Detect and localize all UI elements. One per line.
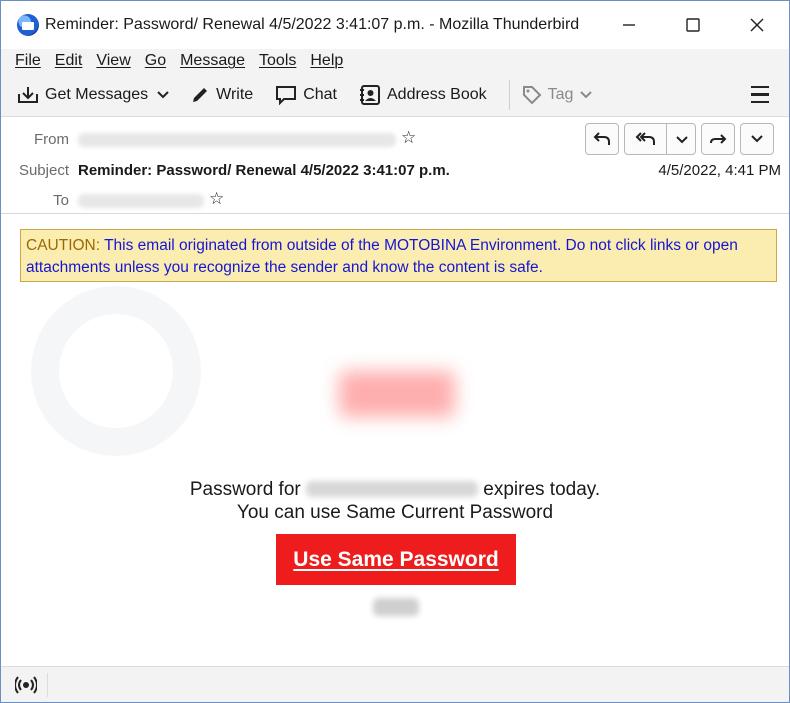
use-same-password-button[interactable]: Use Same Password bbox=[276, 534, 516, 585]
recipient-email-redacted bbox=[306, 481, 478, 497]
main-toolbar: Get Messages Write Chat Address Book Tag bbox=[1, 73, 789, 117]
app-menu-button[interactable] bbox=[751, 85, 769, 104]
caution-text: This email originated from outside of th… bbox=[26, 237, 738, 276]
thunderbird-app-icon bbox=[17, 14, 39, 36]
window-title: Reminder: Password/ Renewal 4/5/2022 3:4… bbox=[45, 16, 580, 33]
forward-icon bbox=[710, 134, 727, 144]
star-icon[interactable]: ☆ bbox=[401, 128, 416, 148]
chat-label: Chat bbox=[303, 85, 337, 103]
message-line-1: Password for expires today. bbox=[1, 478, 789, 501]
status-panel bbox=[47, 672, 781, 697]
menu-message[interactable]: Message bbox=[180, 52, 245, 70]
reply-all-icon bbox=[635, 132, 655, 145]
to-label: To bbox=[53, 192, 69, 209]
message-header: From ☆ Subject Reminder: Password/ Renew… bbox=[1, 117, 789, 214]
more-actions-button[interactable] bbox=[740, 123, 774, 155]
chevron-down-icon bbox=[580, 90, 593, 98]
hamburger-line bbox=[751, 93, 769, 96]
line1-prefix: Password for bbox=[189, 479, 306, 500]
menu-file[interactable]: File bbox=[15, 52, 41, 70]
menu-tools[interactable]: Tools bbox=[259, 52, 296, 70]
thunderbird-window: Reminder: Password/ Renewal 4/5/2022 3:4… bbox=[0, 0, 790, 703]
from-address-redacted bbox=[78, 133, 396, 147]
to-address-redacted bbox=[78, 194, 204, 208]
status-bar bbox=[1, 666, 789, 702]
minimize-icon bbox=[623, 24, 635, 26]
message-line-2: You can use Same Current Password bbox=[236, 502, 554, 523]
message-subject: Reminder: Password/ Renewal 4/5/2022 3:4… bbox=[78, 162, 450, 179]
brand-logo-redacted bbox=[339, 371, 455, 417]
star-icon[interactable]: ☆ bbox=[209, 189, 224, 209]
from-label: From bbox=[34, 131, 69, 148]
write-label: Write bbox=[216, 85, 254, 103]
get-messages-label: Get Messages bbox=[45, 85, 149, 103]
tag-label: Tag bbox=[547, 85, 574, 103]
reply-button[interactable] bbox=[585, 123, 619, 155]
tag-icon bbox=[522, 85, 542, 104]
cta-label: Use Same Password bbox=[293, 547, 499, 571]
chevron-down-icon bbox=[157, 90, 169, 98]
forward-button[interactable] bbox=[701, 123, 735, 155]
maximize-icon bbox=[686, 18, 700, 32]
get-messages-dropdown[interactable] bbox=[156, 90, 176, 100]
get-messages-button[interactable]: Get Messages bbox=[17, 85, 148, 105]
line1-suffix: expires today. bbox=[478, 479, 601, 500]
subject-label: Subject bbox=[18, 162, 69, 179]
close-button[interactable] bbox=[725, 1, 789, 49]
menu-bar: File Edit View Go Message Tools Help bbox=[1, 49, 789, 73]
menu-help[interactable]: Help bbox=[310, 52, 343, 70]
caution-label: CAUTION: bbox=[26, 237, 101, 254]
toolbar-separator bbox=[508, 79, 510, 110]
address-book-label: Address Book bbox=[387, 85, 487, 103]
message-text: Password for expires today. You can use … bbox=[1, 478, 789, 524]
signature-redacted bbox=[373, 598, 419, 616]
address-book-icon bbox=[360, 84, 380, 105]
watermark-magnifier-shape bbox=[31, 286, 201, 456]
download-tray-icon bbox=[18, 86, 38, 103]
write-button[interactable]: Write bbox=[190, 85, 253, 105]
hamburger-line bbox=[751, 100, 769, 104]
title-bar: Reminder: Password/ Renewal 4/5/2022 3:4… bbox=[1, 1, 789, 49]
hamburger-line bbox=[751, 85, 769, 89]
close-icon bbox=[750, 18, 764, 32]
online-status-icon[interactable] bbox=[15, 675, 37, 694]
chat-button[interactable]: Chat bbox=[275, 85, 337, 105]
pencil-icon bbox=[193, 87, 208, 102]
chat-bubble-icon bbox=[276, 85, 297, 105]
menu-go[interactable]: Go bbox=[145, 52, 166, 70]
menu-view[interactable]: View bbox=[96, 52, 130, 70]
maximize-button[interactable] bbox=[661, 1, 725, 49]
reply-icon bbox=[593, 132, 610, 145]
split-divider bbox=[666, 124, 667, 154]
caution-banner: CAUTION: This email originated from outs… bbox=[20, 229, 777, 282]
menu-edit[interactable]: Edit bbox=[55, 52, 83, 70]
address-book-button[interactable]: Address Book bbox=[359, 84, 487, 105]
chevron-down-icon bbox=[676, 136, 688, 144]
message-date: 4/5/2022, 4:41 PM bbox=[658, 162, 781, 179]
message-body: CAUTION: This email originated from outs… bbox=[1, 216, 789, 666]
reply-all-button[interactable] bbox=[624, 123, 696, 155]
chevron-down-icon bbox=[751, 135, 763, 143]
tag-button[interactable]: Tag bbox=[522, 85, 594, 105]
minimize-button[interactable] bbox=[597, 1, 661, 49]
